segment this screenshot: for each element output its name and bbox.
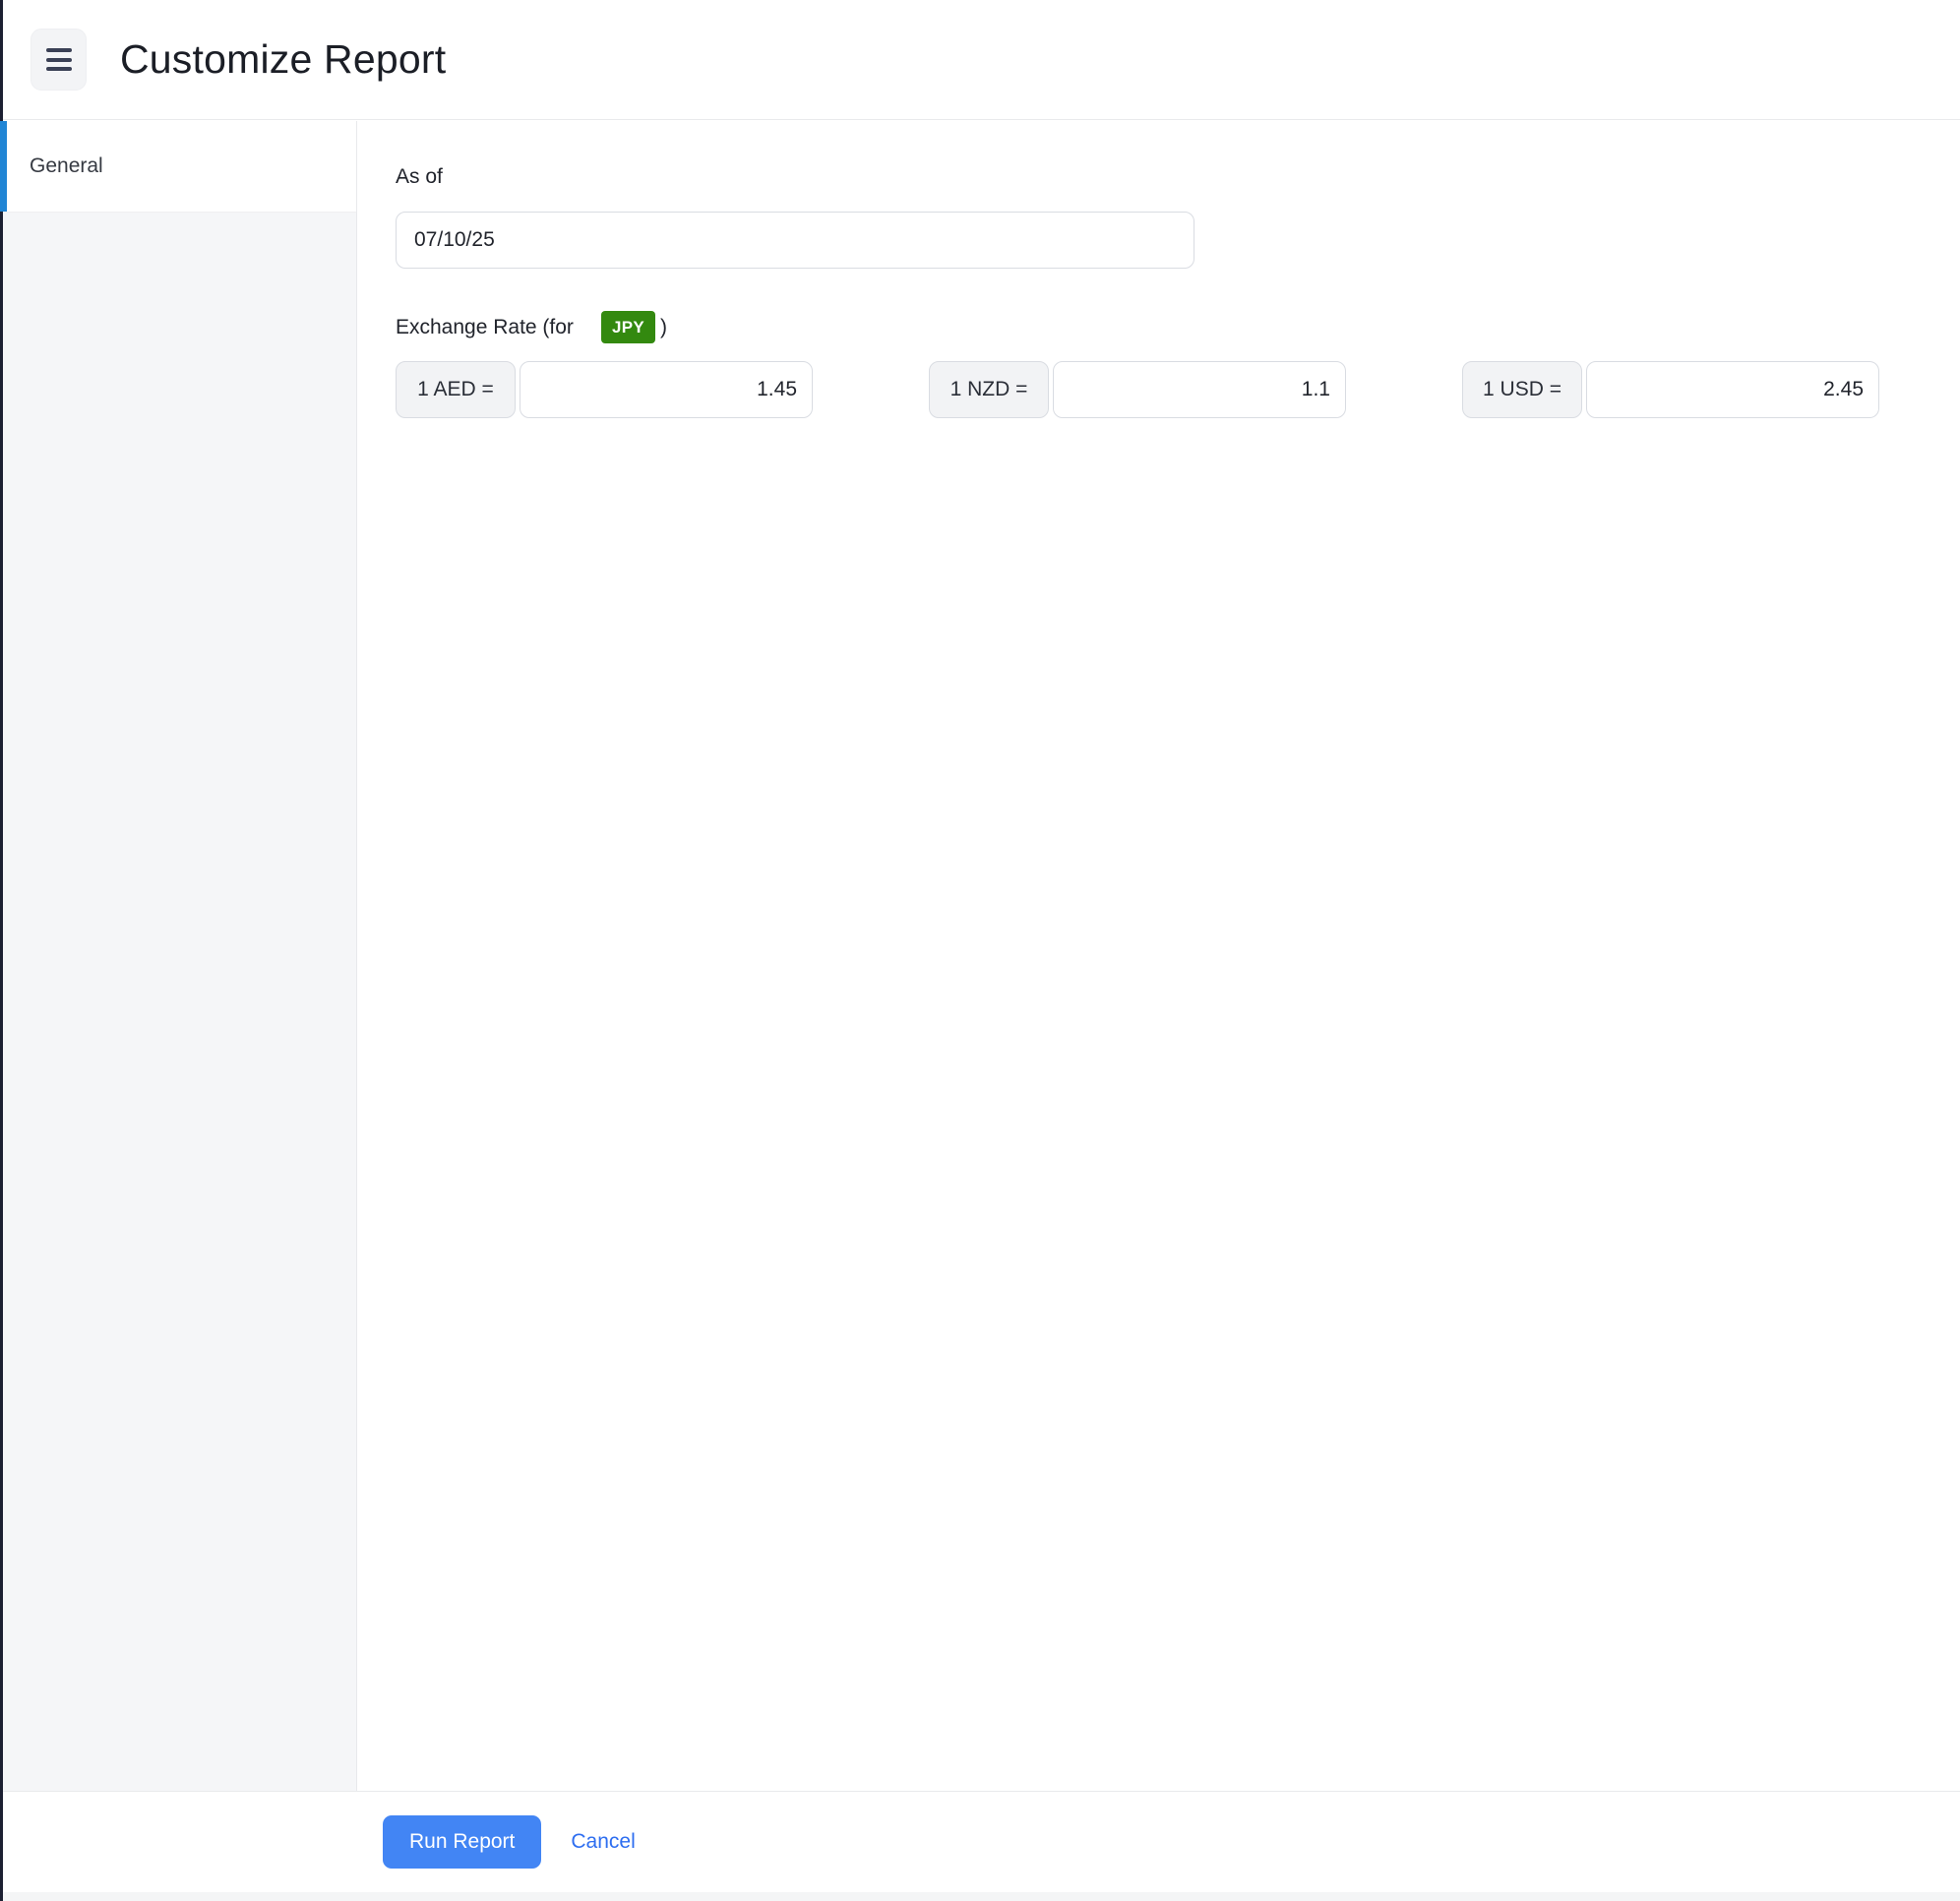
exchange-rate-group-usd: 1 USD = bbox=[1462, 361, 1879, 418]
exchange-rate-label-text: Exchange Rate (for bbox=[396, 316, 574, 339]
customize-report-page: Customize Report General As of Exchange … bbox=[0, 0, 1960, 1901]
as-of-date-input[interactable] bbox=[396, 212, 1194, 269]
sidebar-item-general[interactable]: General bbox=[0, 121, 356, 213]
rate-prefix-nzd: 1 NZD = bbox=[929, 361, 1049, 418]
rate-prefix-usd: 1 USD = bbox=[1462, 361, 1582, 418]
as-of-label: As of bbox=[396, 165, 1960, 189]
run-report-button[interactable]: Run Report bbox=[383, 1815, 541, 1869]
sidebar: General bbox=[0, 121, 357, 1791]
page-title: Customize Report bbox=[120, 36, 446, 83]
exchange-rate-group-aed: 1 AED = bbox=[396, 361, 813, 418]
left-edge-divider bbox=[0, 0, 3, 1901]
exchange-rate-label-suffix: ) bbox=[660, 316, 667, 339]
hamburger-icon bbox=[46, 48, 72, 71]
main-content: As of Exchange Rate (for JPY ) 1 AED = 1… bbox=[358, 121, 1960, 1791]
rate-input-nzd[interactable] bbox=[1053, 361, 1346, 418]
header: Customize Report bbox=[0, 0, 1960, 120]
rate-input-aed[interactable] bbox=[520, 361, 813, 418]
exchange-rate-label: Exchange Rate (for JPY ) bbox=[396, 311, 1960, 343]
sidebar-item-label: General bbox=[30, 154, 103, 178]
exchange-rates-row: 1 AED = 1 NZD = 1 USD = bbox=[396, 361, 1960, 418]
page-background-strip bbox=[0, 1892, 1960, 1901]
menu-button[interactable] bbox=[31, 29, 87, 91]
footer: Run Report Cancel bbox=[0, 1791, 1960, 1892]
rate-prefix-aed: 1 AED = bbox=[396, 361, 516, 418]
rate-input-usd[interactable] bbox=[1586, 361, 1879, 418]
active-tab-indicator bbox=[0, 121, 7, 212]
exchange-rate-group-nzd: 1 NZD = bbox=[929, 361, 1346, 418]
cancel-link[interactable]: Cancel bbox=[571, 1830, 635, 1854]
currency-badge: JPY bbox=[601, 311, 655, 343]
